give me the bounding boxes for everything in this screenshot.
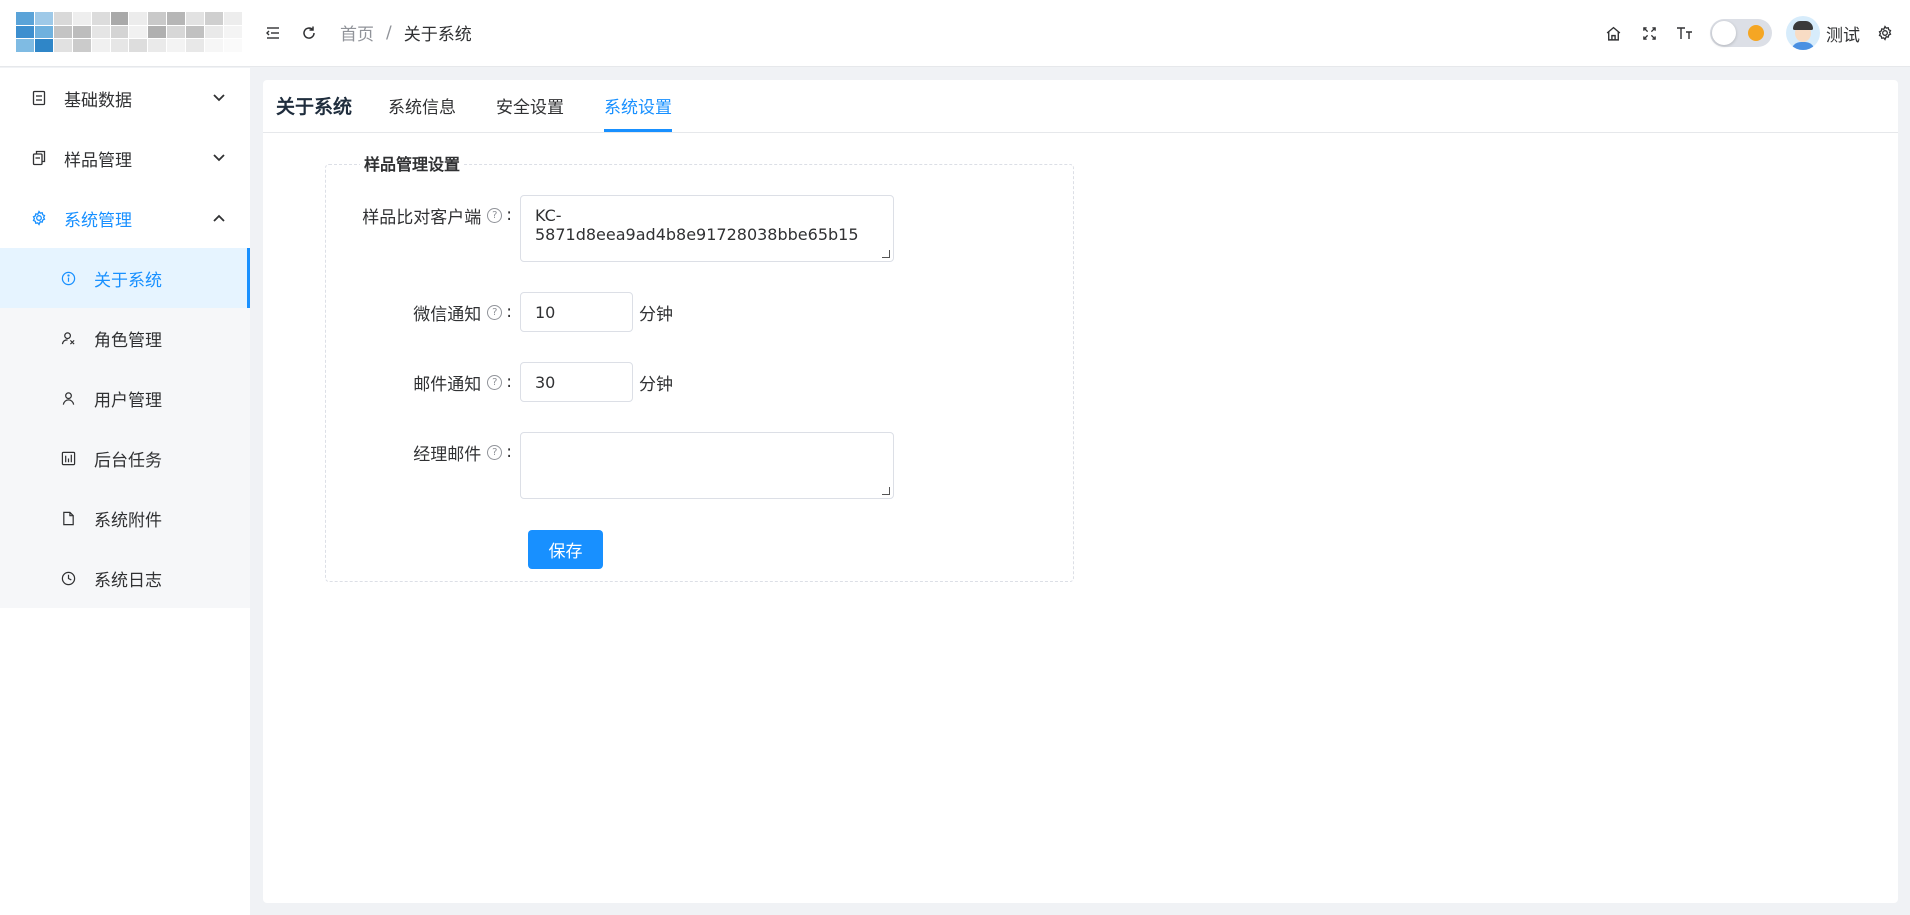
clock-icon — [60, 570, 76, 586]
sidebar-item-label: 用户管理 — [94, 390, 162, 411]
label-colon: : — [506, 442, 512, 462]
form-row-email: 邮件通知 ? : 30 分钟 — [326, 362, 673, 402]
sidebar-item-background-tasks[interactable]: 后台任务 — [0, 428, 250, 488]
font-size-icon[interactable] — [1674, 22, 1696, 44]
breadcrumb: 首页 / 关于系统 — [340, 20, 472, 46]
sidebar-item-label: 样品管理 — [64, 150, 132, 171]
sidebar-item-role-management[interactable]: 角色管理 — [0, 308, 250, 368]
info-icon — [60, 270, 76, 286]
form-label-email: 邮件通知 ? : — [326, 362, 520, 402]
sidebar-item-label: 关于系统 — [94, 270, 162, 291]
save-button[interactable]: 保存 — [528, 530, 603, 569]
breadcrumb-separator: / — [386, 22, 392, 43]
help-icon[interactable]: ? — [487, 207, 503, 223]
label-colon: : — [506, 205, 512, 225]
sidebar-item-basic-data[interactable]: 基础数据 — [0, 68, 250, 128]
sidebar-item-user-management[interactable]: 用户管理 — [0, 368, 250, 428]
sidebar-item-about-system[interactable]: 关于系统 — [0, 248, 250, 308]
sidebar-item-system-logs[interactable]: 系统日志 — [0, 548, 250, 608]
sidebar-item-label: 系统管理 — [64, 210, 132, 231]
role-icon — [60, 330, 76, 346]
sidebar-item-label: 系统附件 — [94, 510, 162, 531]
form-row-wechat: 微信通知 ? : 10 分钟 — [326, 292, 673, 332]
breadcrumb-current: 关于系统 — [403, 25, 472, 45]
task-icon — [60, 450, 76, 466]
chevron-down-icon — [210, 149, 228, 167]
sidebar-item-label: 系统日志 — [94, 570, 162, 591]
user-icon — [60, 390, 76, 406]
sidebar-item-system-attachments[interactable]: 系统附件 — [0, 488, 250, 548]
client-value: KC-5871d8eea9ad4b8e91728038bbe65b15 — [535, 206, 859, 244]
label-colon: : — [506, 372, 512, 392]
sun-icon — [1748, 25, 1764, 41]
user-menu[interactable]: 测试 — [1786, 16, 1860, 50]
email-unit: 分钟 — [639, 374, 673, 395]
label-text: 样品比对客户端 — [362, 207, 482, 228]
sidebar-item-sample-management[interactable]: 样品管理 — [0, 128, 250, 188]
wechat-interval-input[interactable]: 10 — [520, 292, 633, 332]
fullscreen-icon[interactable] — [1638, 22, 1660, 44]
tab-system-info[interactable]: 系统信息 — [388, 79, 456, 132]
chevron-up-icon — [210, 209, 228, 227]
email-interval-input[interactable]: 30 — [520, 362, 633, 402]
theme-toggle[interactable] — [1710, 19, 1772, 47]
chevron-down-icon — [210, 89, 228, 107]
form-label-manager-email: 经理邮件 ? : — [326, 432, 520, 472]
sidebar: 基础数据 样品管理 系统管理 关于系统 角色管理 用户管理 后台任务 系统附件 … — [0, 68, 250, 915]
refresh-icon[interactable] — [298, 22, 320, 44]
sidebar-item-label: 基础数据 — [64, 90, 132, 111]
label-text: 经理邮件 — [413, 444, 482, 465]
sample-settings-fieldset: 样品管理设置 样品比对客户端 ? : KC-5871d8eea9ad4b8e91… — [325, 151, 1074, 582]
main-card: 关于系统 系统信息 安全设置 系统设置 样品管理设置 样品比对客户端 ? : K… — [263, 80, 1898, 903]
page-title: 关于系统 — [276, 96, 353, 118]
manager-email-textarea[interactable] — [520, 432, 894, 499]
logo — [16, 12, 242, 52]
top-header: 首页 / 关于系统 测试 — [0, 0, 1910, 67]
wechat-unit: 分钟 — [639, 304, 673, 325]
form-row-manager-email: 经理邮件 ? : — [326, 432, 894, 499]
sidebar-item-label: 后台任务 — [94, 450, 162, 471]
home-icon[interactable] — [1602, 22, 1624, 44]
label-text: 邮件通知 — [413, 374, 482, 395]
toggle-knob — [1712, 21, 1736, 45]
avatar — [1786, 16, 1820, 50]
label-colon: : — [506, 302, 512, 322]
help-icon[interactable]: ? — [487, 304, 503, 320]
sidebar-item-label: 角色管理 — [94, 330, 162, 351]
form-label-wechat: 微信通知 ? : — [326, 292, 520, 332]
settings-icon[interactable] — [1874, 22, 1896, 44]
gear-icon — [30, 209, 48, 227]
tab-security-settings[interactable]: 安全设置 — [496, 79, 564, 132]
file-icon — [60, 510, 76, 526]
username: 测试 — [1826, 25, 1860, 46]
list-icon — [30, 89, 48, 107]
help-icon[interactable]: ? — [487, 374, 503, 390]
tabs-bar: 关于系统 系统信息 安全设置 系统设置 — [263, 80, 1898, 133]
label-text: 微信通知 — [413, 304, 482, 325]
client-textarea[interactable]: KC-5871d8eea9ad4b8e91728038bbe65b15 — [520, 195, 894, 262]
tab-system-settings[interactable]: 系统设置 — [604, 79, 673, 132]
copy-icon — [30, 149, 48, 167]
form-row-client: 样品比对客户端 ? : KC-5871d8eea9ad4b8e91728038b… — [326, 195, 894, 262]
resize-handle-icon[interactable] — [882, 250, 890, 258]
resize-handle-icon[interactable] — [882, 487, 890, 495]
fieldset-legend: 样品管理设置 — [360, 151, 465, 175]
submenu-system-management: 关于系统 角色管理 用户管理 后台任务 系统附件 系统日志 — [0, 248, 250, 608]
form-label-client: 样品比对客户端 ? : — [326, 195, 520, 235]
help-icon[interactable]: ? — [487, 444, 503, 460]
breadcrumb-home[interactable]: 首页 — [340, 20, 374, 45]
fold-menu-icon[interactable] — [262, 22, 284, 44]
sidebar-item-system-management[interactable]: 系统管理 — [0, 188, 250, 248]
